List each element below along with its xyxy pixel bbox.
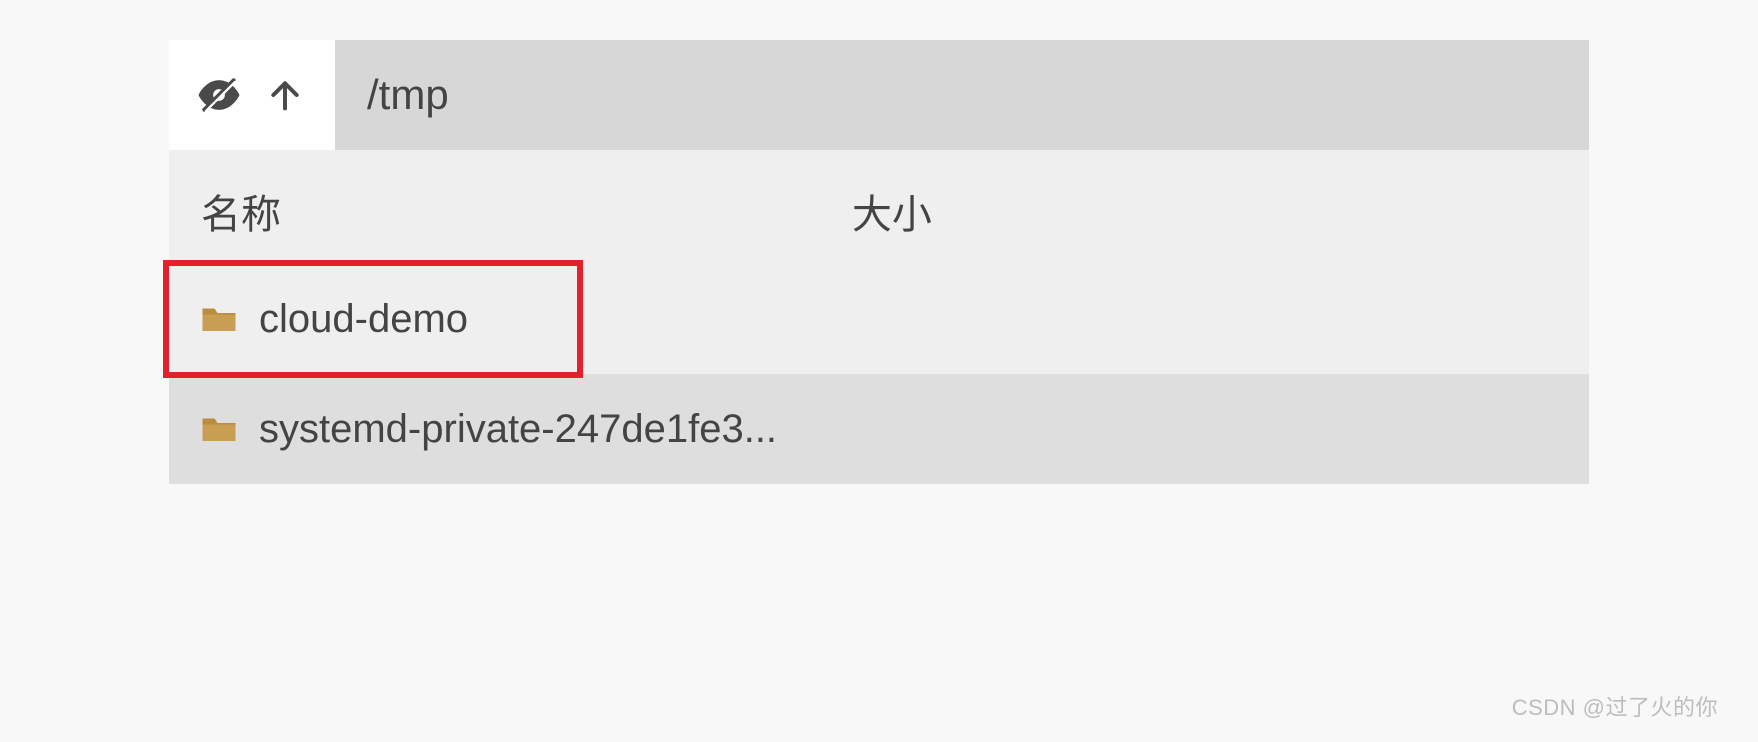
parent-directory-button[interactable] <box>263 73 307 117</box>
file-name: systemd-private-247de1fe3... <box>259 407 777 452</box>
current-path: /tmp <box>367 71 449 119</box>
column-header-size[interactable]: 大小 <box>852 182 1557 240</box>
toolbar-buttons <box>169 40 335 150</box>
toggle-hidden-button[interactable] <box>197 73 241 117</box>
file-list: cloud-demo systemd-private-247de1fe3... <box>169 264 1589 484</box>
eye-slash-icon <box>197 73 241 117</box>
toolbar: /tmp <box>169 40 1589 150</box>
file-row[interactable]: systemd-private-247de1fe3... <box>169 374 1589 484</box>
file-name: cloud-demo <box>259 297 468 342</box>
file-browser-panel: /tmp 名称 大小 cloud-demo systemd-private-24… <box>169 40 1589 484</box>
arrow-up-icon <box>265 75 305 115</box>
column-header-name[interactable]: 名称 <box>201 182 852 240</box>
folder-icon <box>201 304 237 334</box>
watermark: CSDN @过了火的你 <box>1512 690 1718 722</box>
column-headers: 名称 大小 <box>169 150 1589 264</box>
file-row[interactable]: cloud-demo <box>169 264 1589 374</box>
folder-icon <box>201 414 237 444</box>
path-bar[interactable]: /tmp <box>335 40 1589 150</box>
